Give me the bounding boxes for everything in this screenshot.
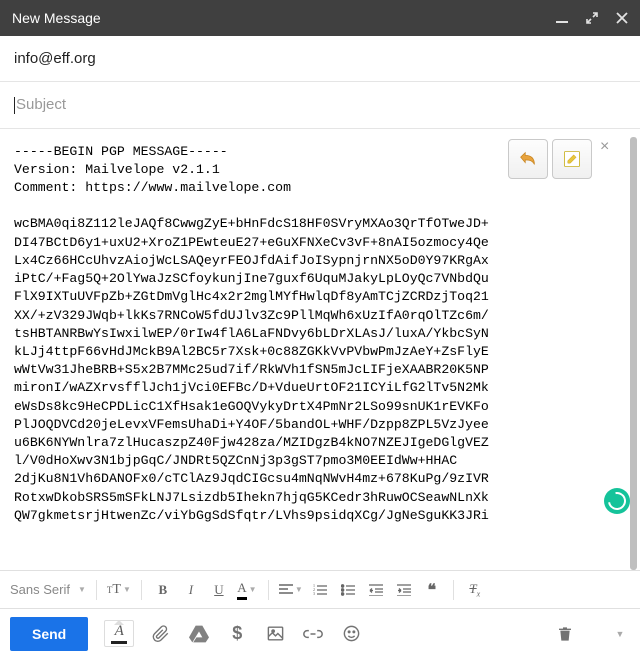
font-size-button[interactable]: TT▼ [107,577,131,603]
pgp-content: -----BEGIN PGP MESSAGE----- Version: Mai… [14,143,624,526]
text-color-button[interactable]: A▼ [236,577,258,603]
expand-icon[interactable] [586,12,598,24]
format-toggle-button[interactable]: A [104,620,134,647]
action-toolbar: Send A $ ▼ [0,608,640,658]
pencil-icon [562,149,582,169]
to-field[interactable]: info@eff.org [0,36,640,82]
message-body[interactable]: × -----BEGIN PGP MESSAGE----- Version: M… [0,129,640,570]
quote-button[interactable]: ❝ [421,577,443,603]
minimize-icon[interactable] [556,12,568,24]
bold-button[interactable]: B [152,577,174,603]
undo-icon [517,148,539,170]
trash-icon[interactable] [554,623,576,645]
to-value: info@eff.org [14,50,96,67]
mailvelope-close-icon[interactable]: × [600,139,616,155]
photo-icon[interactable] [264,623,286,645]
money-icon[interactable]: $ [226,623,248,645]
subject-field[interactable]: Subject [0,82,640,129]
window-title: New Message [12,10,556,26]
mailvelope-toolbar: × [508,139,616,179]
chevron-down-icon: ▼ [78,585,86,594]
text-caret [14,97,15,114]
indent-less-button[interactable] [365,577,387,603]
indent-more-button[interactable] [393,577,415,603]
emoji-icon[interactable] [340,623,362,645]
send-button[interactable]: Send [10,617,88,651]
grammarly-icon[interactable] [604,488,630,514]
remove-format-button[interactable]: Tx [464,577,486,603]
svg-text:3: 3 [313,591,315,596]
more-options-button[interactable]: ▼ [608,623,630,645]
link-icon[interactable] [302,623,324,645]
format-toolbar: Sans Serif ▼ TT▼ B I U A▼ ▼ 123 ❝ [0,570,640,608]
scrollbar[interactable] [630,137,637,570]
bullet-list-button[interactable] [337,577,359,603]
subject-placeholder: Subject [16,96,66,113]
close-icon[interactable] [616,12,628,24]
edit-button[interactable] [552,139,592,179]
undo-button[interactable] [508,139,548,179]
drive-icon[interactable] [188,623,210,645]
align-button[interactable]: ▼ [279,577,303,603]
numbered-list-button[interactable]: 123 [309,577,331,603]
underline-button[interactable]: U [208,577,230,603]
italic-button[interactable]: I [180,577,202,603]
attach-icon[interactable] [150,623,172,645]
titlebar: New Message [0,0,640,36]
font-picker[interactable]: Sans Serif ▼ [10,582,86,597]
